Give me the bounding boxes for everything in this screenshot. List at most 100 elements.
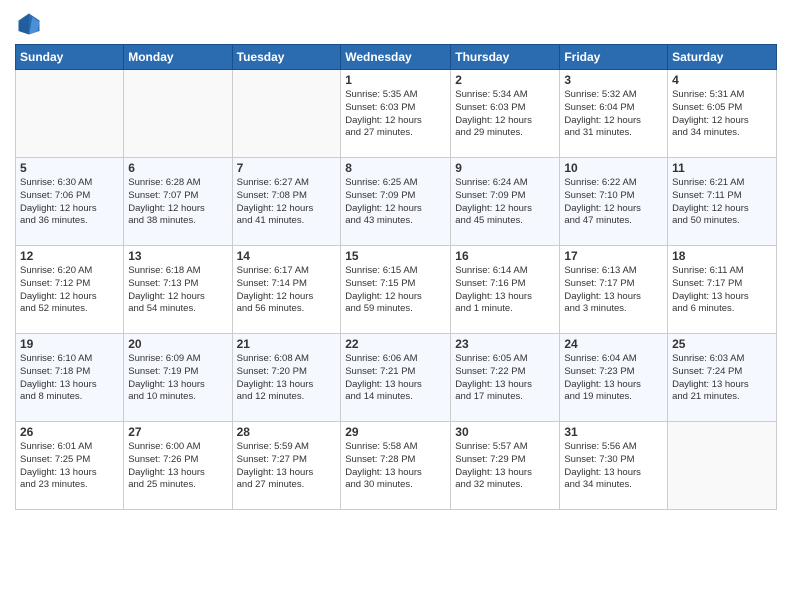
day-number: 30 [455, 425, 555, 439]
calendar-cell: 24Sunrise: 6:04 AM Sunset: 7:23 PM Dayli… [560, 334, 668, 422]
calendar-cell: 17 Sunrise: 6:13 AM Sunset: 7:17 PM Dayli… [560, 246, 668, 334]
day-number: 2 [455, 73, 555, 87]
day-info: Sunrise: 5:58 AM Sunset: 7:28 PM Dayligh… [345, 441, 446, 492]
calendar-cell: 2Sunrise: 5:34 AM Sunset: 6:03 PM Daylig… [451, 70, 560, 158]
calendar-cell: 11 Sunrise: 6:21 AM Sunset: 7:11 PM Dayli… [668, 158, 777, 246]
day-info: Sunrise: 5:56 AM Sunset: 7:30 PM Dayligh… [564, 441, 663, 492]
calendar-header-thursday: Thursday [451, 45, 560, 70]
calendar-week-row: 12 Sunrise: 6:20 AM Sunset: 7:12 PM Dayli… [16, 246, 777, 334]
calendar-cell: 13 Sunrise: 6:18 AM Sunset: 7:13 PM Dayli… [124, 246, 232, 334]
calendar-cell: 30 Sunrise: 5:57 AM Sunset: 7:29 PM Dayli… [451, 422, 560, 510]
day-number: 20 [128, 337, 227, 351]
day-info: Sunrise: 6:24 AM Sunset: 7:09 PM Dayligh… [455, 177, 555, 228]
calendar-cell: 3 Sunrise: 5:32 AM Sunset: 6:04 PM Daylig… [560, 70, 668, 158]
logo [15, 10, 47, 38]
day-info: Sunrise: 6:05 AM Sunset: 7:22 PM Dayligh… [455, 353, 555, 404]
day-number: 18 [672, 249, 772, 263]
day-info: Sunrise: 5:57 AM Sunset: 7:29 PM Dayligh… [455, 441, 555, 492]
day-number: 17 [564, 249, 663, 263]
day-number: 10 [564, 161, 663, 175]
day-number: 19 [20, 337, 119, 351]
day-number: 5 [20, 161, 119, 175]
day-info: Sunrise: 6:25 AM Sunset: 7:09 PM Dayligh… [345, 177, 446, 228]
day-info: Sunrise: 6:11 AM Sunset: 7:17 PM Dayligh… [672, 265, 772, 316]
day-number: 27 [128, 425, 227, 439]
calendar-header-row: SundayMondayTuesdayWednesdayThursdayFrid… [16, 45, 777, 70]
calendar-header-sunday: Sunday [16, 45, 124, 70]
calendar-cell: 14 Sunrise: 6:17 AM Sunset: 7:14 PM Dayli… [232, 246, 341, 334]
calendar-cell: 18 Sunrise: 6:11 AM Sunset: 7:17 PM Dayli… [668, 246, 777, 334]
calendar-cell: 15 Sunrise: 6:15 AM Sunset: 7:15 PM Dayli… [341, 246, 451, 334]
day-info: Sunrise: 6:13 AM Sunset: 7:17 PM Dayligh… [564, 265, 663, 316]
calendar-header-saturday: Saturday [668, 45, 777, 70]
day-number: 21 [237, 337, 337, 351]
day-number: 8 [345, 161, 446, 175]
day-number: 6 [128, 161, 227, 175]
day-info: Sunrise: 6:18 AM Sunset: 7:13 PM Dayligh… [128, 265, 227, 316]
calendar-cell: 9Sunrise: 6:24 AM Sunset: 7:09 PM Daylig… [451, 158, 560, 246]
calendar: SundayMondayTuesdayWednesdayThursdayFrid… [15, 44, 777, 510]
calendar-cell: 5Sunrise: 6:30 AM Sunset: 7:06 PM Daylig… [16, 158, 124, 246]
calendar-week-row: 26 Sunrise: 6:01 AM Sunset: 7:25 PM Dayli… [16, 422, 777, 510]
day-info: Sunrise: 6:00 AM Sunset: 7:26 PM Dayligh… [128, 441, 227, 492]
calendar-cell [16, 70, 124, 158]
day-info: Sunrise: 6:04 AM Sunset: 7:23 PM Dayligh… [564, 353, 663, 404]
day-info: Sunrise: 6:17 AM Sunset: 7:14 PM Dayligh… [237, 265, 337, 316]
calendar-cell: 6 Sunrise: 6:28 AM Sunset: 7:07 PM Daylig… [124, 158, 232, 246]
calendar-cell: 1 Sunrise: 5:35 AM Sunset: 6:03 PM Daylig… [341, 70, 451, 158]
day-info: Sunrise: 6:08 AM Sunset: 7:20 PM Dayligh… [237, 353, 337, 404]
calendar-cell: 31 Sunrise: 5:56 AM Sunset: 7:30 PM Dayli… [560, 422, 668, 510]
day-info: Sunrise: 6:03 AM Sunset: 7:24 PM Dayligh… [672, 353, 772, 404]
calendar-cell [124, 70, 232, 158]
day-number: 16 [455, 249, 555, 263]
day-info: Sunrise: 6:22 AM Sunset: 7:10 PM Dayligh… [564, 177, 663, 228]
calendar-cell: 22 Sunrise: 6:06 AM Sunset: 7:21 PM Dayli… [341, 334, 451, 422]
day-info: Sunrise: 6:20 AM Sunset: 7:12 PM Dayligh… [20, 265, 119, 316]
calendar-cell: 27 Sunrise: 6:00 AM Sunset: 7:26 PM Dayli… [124, 422, 232, 510]
day-info: Sunrise: 6:21 AM Sunset: 7:11 PM Dayligh… [672, 177, 772, 228]
day-number: 4 [672, 73, 772, 87]
calendar-week-row: 1 Sunrise: 5:35 AM Sunset: 6:03 PM Daylig… [16, 70, 777, 158]
logo-icon [15, 10, 43, 38]
calendar-cell: 4 Sunrise: 5:31 AM Sunset: 6:05 PM Daylig… [668, 70, 777, 158]
calendar-cell [232, 70, 341, 158]
day-number: 15 [345, 249, 446, 263]
calendar-cell: 29 Sunrise: 5:58 AM Sunset: 7:28 PM Dayli… [341, 422, 451, 510]
day-info: Sunrise: 6:15 AM Sunset: 7:15 PM Dayligh… [345, 265, 446, 316]
day-number: 26 [20, 425, 119, 439]
day-number: 13 [128, 249, 227, 263]
day-number: 28 [237, 425, 337, 439]
calendar-week-row: 19 Sunrise: 6:10 AM Sunset: 7:18 PM Dayli… [16, 334, 777, 422]
day-info: Sunrise: 5:31 AM Sunset: 6:05 PM Dayligh… [672, 89, 772, 140]
calendar-cell: 25 Sunrise: 6:03 AM Sunset: 7:24 PM Dayli… [668, 334, 777, 422]
calendar-cell: 28 Sunrise: 5:59 AM Sunset: 7:27 PM Dayli… [232, 422, 341, 510]
calendar-week-row: 5Sunrise: 6:30 AM Sunset: 7:06 PM Daylig… [16, 158, 777, 246]
day-number: 12 [20, 249, 119, 263]
calendar-cell: 26 Sunrise: 6:01 AM Sunset: 7:25 PM Dayli… [16, 422, 124, 510]
day-number: 25 [672, 337, 772, 351]
calendar-cell: 7Sunrise: 6:27 AM Sunset: 7:08 PM Daylig… [232, 158, 341, 246]
day-info: Sunrise: 5:32 AM Sunset: 6:04 PM Dayligh… [564, 89, 663, 140]
day-number: 29 [345, 425, 446, 439]
day-info: Sunrise: 6:27 AM Sunset: 7:08 PM Dayligh… [237, 177, 337, 228]
day-number: 31 [564, 425, 663, 439]
day-info: Sunrise: 5:59 AM Sunset: 7:27 PM Dayligh… [237, 441, 337, 492]
day-info: Sunrise: 6:06 AM Sunset: 7:21 PM Dayligh… [345, 353, 446, 404]
calendar-cell: 12 Sunrise: 6:20 AM Sunset: 7:12 PM Dayli… [16, 246, 124, 334]
day-info: Sunrise: 6:10 AM Sunset: 7:18 PM Dayligh… [20, 353, 119, 404]
calendar-header-friday: Friday [560, 45, 668, 70]
day-number: 1 [345, 73, 446, 87]
day-info: Sunrise: 6:01 AM Sunset: 7:25 PM Dayligh… [20, 441, 119, 492]
day-number: 22 [345, 337, 446, 351]
calendar-header-monday: Monday [124, 45, 232, 70]
calendar-cell: 20Sunrise: 6:09 AM Sunset: 7:19 PM Dayli… [124, 334, 232, 422]
day-number: 11 [672, 161, 772, 175]
day-info: Sunrise: 6:28 AM Sunset: 7:07 PM Dayligh… [128, 177, 227, 228]
day-number: 23 [455, 337, 555, 351]
calendar-cell: 21 Sunrise: 6:08 AM Sunset: 7:20 PM Dayli… [232, 334, 341, 422]
calendar-header-tuesday: Tuesday [232, 45, 341, 70]
day-number: 3 [564, 73, 663, 87]
day-number: 14 [237, 249, 337, 263]
calendar-cell: 19 Sunrise: 6:10 AM Sunset: 7:18 PM Dayli… [16, 334, 124, 422]
day-info: Sunrise: 5:35 AM Sunset: 6:03 PM Dayligh… [345, 89, 446, 140]
